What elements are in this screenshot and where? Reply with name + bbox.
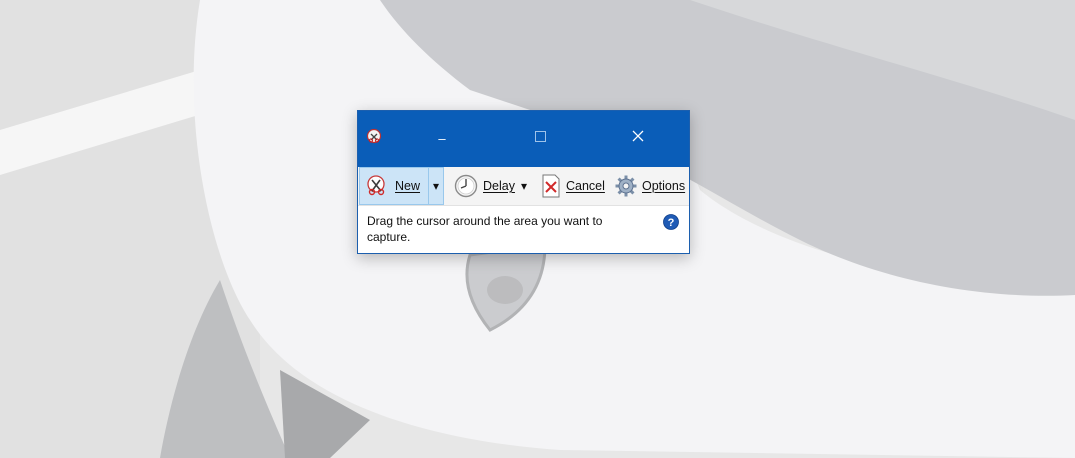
chevron-down-icon: ▾ (520, 179, 528, 193)
svg-text:?: ? (668, 217, 675, 229)
delay-dropdown-button[interactable]: ▾ (518, 167, 530, 205)
toolbar: New ▾ Delay ▾ Cancel Options (358, 167, 689, 206)
snipping-tool-icon (366, 128, 384, 146)
options-button[interactable]: Options (609, 167, 685, 205)
cancel-label: Cancel (566, 179, 605, 193)
gear-icon (615, 175, 637, 197)
snipping-tool-window: – New ▾ Delay ▾ Cancel Options Drag the … (357, 110, 690, 254)
close-button[interactable] (616, 121, 660, 155)
close-icon (632, 129, 644, 147)
chevron-down-icon: ▾ (432, 179, 440, 193)
instruction-panel: Drag the cursor around the area you want… (358, 206, 689, 253)
delay-button[interactable]: Delay (448, 167, 515, 205)
options-label: Options (642, 179, 686, 193)
title-bar[interactable]: – (358, 111, 689, 167)
minimize-button[interactable]: – (420, 121, 464, 155)
new-button[interactable]: New (359, 167, 429, 205)
instruction-text: Drag the cursor around the area you want… (367, 214, 603, 244)
new-label: New (395, 179, 421, 193)
delay-label: Delay (483, 179, 515, 193)
scissors-icon (366, 175, 390, 197)
clock-icon (454, 174, 478, 198)
cancel-button[interactable]: Cancel (535, 167, 605, 205)
minimize-icon: – (438, 130, 446, 146)
new-dropdown-button[interactable]: ▾ (428, 167, 444, 205)
help-icon[interactable]: ? (663, 214, 679, 230)
cancel-x-icon (541, 174, 561, 198)
maximize-icon (534, 129, 546, 147)
maximize-button[interactable] (518, 121, 562, 155)
